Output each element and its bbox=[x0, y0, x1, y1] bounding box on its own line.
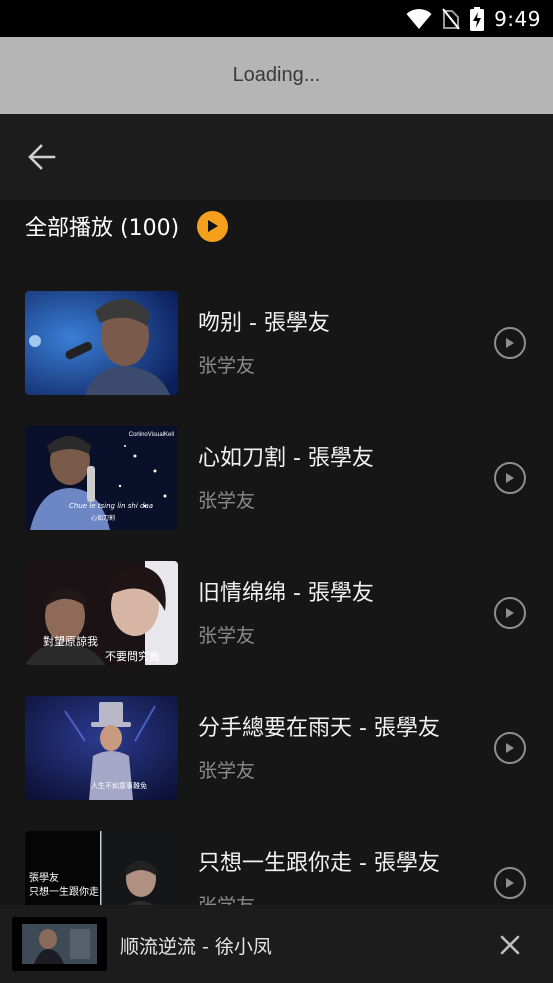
wifi-icon bbox=[406, 8, 432, 29]
mini-player[interactable]: 顺流逆流 - 徐小凤 bbox=[0, 905, 553, 983]
arrow-left-icon bbox=[28, 144, 56, 170]
song-title: 旧情绵绵 - 張學友 bbox=[198, 581, 374, 606]
song-item[interactable]: 人生不如意事難免 分手總要在雨天 - 張學友 张学友 bbox=[0, 696, 553, 802]
battery-charging-icon bbox=[470, 7, 485, 31]
now-playing-title: 顺流逆流 - 徐小凤 bbox=[120, 936, 272, 958]
thumb-caption: 心如刀割 bbox=[91, 515, 116, 522]
song-title: 吻别 - 張學友 bbox=[198, 311, 330, 336]
song-artist: 张学友 bbox=[198, 891, 255, 905]
thumb-caption: 人生不如意事難免 bbox=[91, 782, 147, 790]
back-button[interactable] bbox=[22, 140, 62, 174]
loading-banner: Loading... bbox=[0, 37, 553, 114]
song-title: 分手總要在雨天 - 張學友 bbox=[198, 716, 440, 741]
song-thumbnail: 對望原諒我 不要問究竟 bbox=[25, 561, 178, 665]
thumb-caption: CorlinoVisualKell bbox=[128, 432, 174, 438]
thumb-caption: 只想一生跟你走 bbox=[29, 887, 99, 898]
play-icon[interactable] bbox=[494, 597, 526, 629]
song-artist: 张学友 bbox=[198, 760, 256, 782]
play-icon[interactable] bbox=[494, 732, 526, 764]
song-list[interactable]: 全部播放 (100) 吻别 - 張學友 张学友 CorlinoVisualKel… bbox=[0, 200, 553, 905]
play-icon[interactable] bbox=[494, 867, 526, 899]
song-thumbnail: 張學友 只想一生跟你走 bbox=[25, 831, 178, 905]
song-thumbnail: 人生不如意事難免 bbox=[25, 696, 178, 800]
thumb-caption: Chue le tsing lin shi daa bbox=[69, 502, 154, 510]
song-item[interactable]: 吻别 - 張學友 张学友 bbox=[0, 291, 553, 397]
thumb-caption: 對望原諒我 bbox=[43, 635, 98, 648]
song-thumbnail bbox=[25, 291, 178, 395]
status-bar: 9:49 bbox=[0, 0, 553, 37]
play-all-label: 全部播放 (100) bbox=[25, 216, 180, 241]
no-sim-icon bbox=[442, 8, 460, 30]
play-icon[interactable] bbox=[494, 327, 526, 359]
song-item[interactable]: CorlinoVisualKell Chue le tsing lin shi … bbox=[0, 426, 553, 532]
song-item[interactable]: 對望原諒我 不要問究竟 旧情绵绵 - 張學友 张学友 bbox=[0, 561, 553, 667]
mini-player-thumbnail bbox=[12, 917, 107, 971]
status-icons: 9:49 bbox=[406, 7, 541, 31]
thumb-caption: 張學友 bbox=[29, 873, 59, 884]
song-artist: 张学友 bbox=[198, 490, 256, 512]
song-title: 心如刀割 - 張學友 bbox=[198, 446, 374, 471]
play-icon[interactable] bbox=[494, 462, 526, 494]
song-title: 只想一生跟你走 - 張學友 bbox=[198, 851, 440, 876]
song-item[interactable]: 張學友 只想一生跟你走 只想一生跟你走 - 張學友 张学友 bbox=[0, 831, 553, 905]
song-artist: 张学友 bbox=[198, 355, 256, 377]
song-thumbnail: CorlinoVisualKell Chue le tsing lin shi … bbox=[25, 426, 178, 530]
close-button[interactable] bbox=[496, 931, 524, 959]
play-all-button[interactable]: 全部播放 (100) bbox=[25, 208, 229, 244]
song-artist: 张学友 bbox=[198, 625, 256, 647]
top-bar bbox=[0, 114, 553, 200]
loading-text: Loading... bbox=[232, 64, 321, 86]
close-icon bbox=[500, 935, 520, 955]
play-circle-icon bbox=[197, 210, 229, 242]
clock: 9:49 bbox=[494, 7, 541, 31]
thumb-caption: 不要問究竟 bbox=[105, 650, 160, 663]
